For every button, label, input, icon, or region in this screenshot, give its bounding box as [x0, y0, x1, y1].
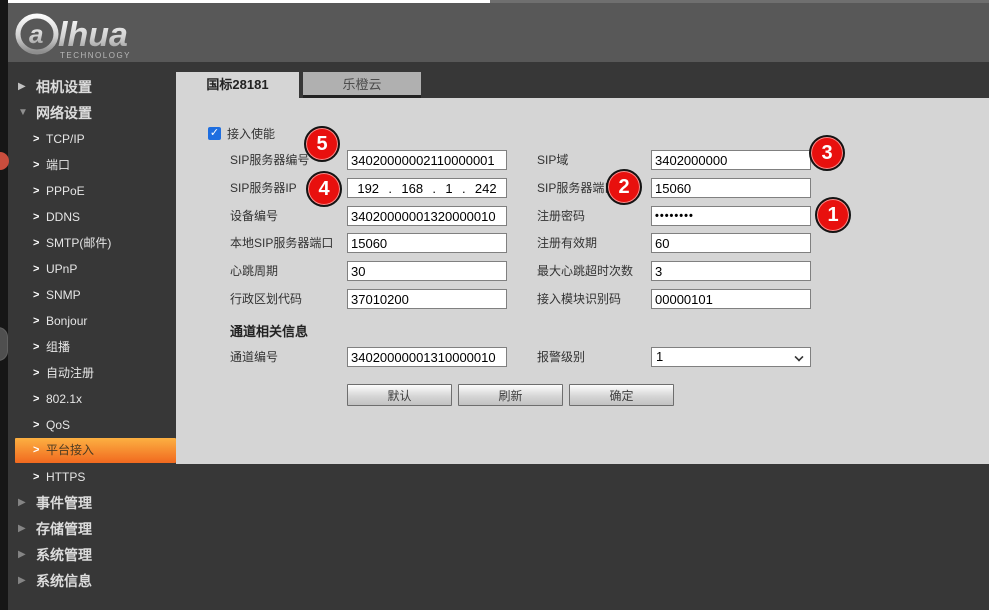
heartbeat-period-field[interactable] [347, 261, 507, 281]
chevron-right-icon: > [33, 437, 46, 463]
sidebar-item-event-management[interactable]: ▶事件管理 [0, 490, 176, 516]
sidebar-item-storage-management[interactable]: ▶存储管理 [0, 516, 176, 542]
local-sip-port-label: 本地SIP服务器端口 [230, 236, 333, 250]
sidebar-item-system-info[interactable]: ▶系统信息 [0, 568, 176, 594]
sidebar-item-qos[interactable]: >QoS [0, 412, 176, 438]
sidebar-item-ddns[interactable]: >DDNS [0, 204, 176, 230]
chevron-right-icon: > [33, 464, 46, 490]
tab-lecheng-cloud[interactable]: 乐橙云 [303, 72, 421, 98]
chevron-right-icon: > [33, 308, 46, 334]
default-button[interactable]: 默认 [347, 384, 452, 406]
sidebar-item-network-settings[interactable]: ▼网络设置 [0, 100, 176, 126]
register-password-field[interactable] [651, 206, 811, 226]
triangle-right-icon: ▶ [18, 542, 36, 568]
sidebar-item-auto-register[interactable]: >自动注册 [0, 360, 176, 386]
device-id-field[interactable] [347, 206, 507, 226]
chevron-right-icon: > [33, 152, 46, 178]
chevron-down-icon [794, 352, 803, 361]
admin-region-code-field[interactable] [347, 289, 507, 309]
sip-server-ip-label: SIP服务器IP [230, 181, 297, 195]
annotation-circle-2: 2 [606, 169, 642, 205]
refresh-button[interactable]: 刷新 [458, 384, 563, 406]
triangle-right-icon: ▶ [18, 74, 36, 100]
alarm-level-select[interactable]: 1 [651, 347, 811, 367]
triangle-right-icon: ▶ [18, 568, 36, 594]
confirm-button[interactable]: 确定 [569, 384, 674, 406]
sip-server-port-field[interactable] [651, 178, 811, 198]
sidebar-item-port[interactable]: >端口 [0, 152, 176, 178]
dahua-logo: a lhua TECHNOLOGY [14, 9, 174, 61]
chevron-right-icon: > [33, 360, 46, 386]
sip-server-port-label: SIP服务器端口 [537, 181, 616, 195]
local-sip-port-field[interactable] [347, 233, 507, 253]
sip-server-id-label: SIP服务器编号 [230, 153, 309, 167]
chevron-right-icon: > [33, 230, 46, 256]
chevron-right-icon: > [33, 126, 46, 152]
sip-domain-label: SIP域 [537, 153, 568, 167]
sidebar-item-snmp[interactable]: >SNMP [0, 282, 176, 308]
triangle-right-icon: ▶ [18, 490, 36, 516]
sidebar-item-system-management[interactable]: ▶系统管理 [0, 542, 176, 568]
chevron-right-icon: > [33, 204, 46, 230]
sidebar-item-upnp[interactable]: >UPnP [0, 256, 176, 282]
chevron-right-icon: > [33, 178, 46, 204]
sidebar-item-tcp-ip[interactable]: >TCP/IP [0, 126, 176, 152]
chevron-right-icon: > [33, 282, 46, 308]
sidebar-item-bonjour[interactable]: >Bonjour [0, 308, 176, 334]
sip-server-id-field[interactable] [347, 150, 507, 170]
dahua-camera-web-ui: a lhua TECHNOLOGY ▶相机设置 ▼网络设置 >TCP/IP >端… [0, 0, 989, 610]
sidebar-item-multicast[interactable]: >组播 [0, 334, 176, 360]
triangle-right-icon: ▶ [18, 516, 36, 542]
device-id-label: 设备编号 [230, 209, 278, 223]
register-validity-field[interactable] [651, 233, 811, 253]
register-password-label: 注册密码 [537, 209, 585, 223]
sidebar-item-https[interactable]: >HTTPS [0, 464, 176, 490]
channel-info-section-title: 通道相关信息 [230, 321, 308, 340]
tab-gb28181[interactable]: 国标28181 [176, 72, 299, 98]
admin-region-code-label: 行政区划代码 [230, 292, 302, 306]
max-heartbeat-timeout-field[interactable] [651, 261, 811, 281]
annotation-circle-3: 3 [809, 135, 845, 171]
heartbeat-period-label: 心跳周期 [230, 264, 278, 278]
header: a lhua TECHNOLOGY [8, 3, 989, 62]
content-panel: ✓ 接入使能 SIP服务器编号 SIP域 SIP服务器IP 192.168.1.… [176, 98, 989, 464]
chevron-right-icon: > [33, 386, 46, 412]
chevron-right-icon: > [33, 334, 46, 360]
sidebar-item-pppoe[interactable]: >PPPoE [0, 178, 176, 204]
register-validity-label: 注册有效期 [537, 236, 597, 250]
access-enable-checkbox[interactable]: ✓ [208, 127, 221, 140]
alarm-level-label: 报警级别 [537, 350, 585, 364]
access-module-id-label: 接入模块识别码 [537, 292, 621, 306]
triangle-down-icon: ▼ [18, 100, 36, 126]
sidebar-item-8021x[interactable]: >802.1x [0, 386, 176, 412]
access-enable-label: 接入使能 [227, 127, 275, 141]
sip-server-ip-field[interactable]: 192.168.1.242 [347, 178, 507, 198]
sidebar-item-camera-settings[interactable]: ▶相机设置 [0, 74, 176, 100]
access-module-id-field[interactable] [651, 289, 811, 309]
chevron-right-icon: > [33, 412, 46, 438]
sip-domain-field[interactable] [651, 150, 811, 170]
annotation-circle-5: 5 [304, 126, 340, 162]
logo-subtext: TECHNOLOGY [60, 51, 131, 60]
max-heartbeat-timeout-label: 最大心跳超时次数 [537, 264, 633, 278]
annotation-circle-4: 4 [306, 171, 342, 207]
sidebar-item-smtp[interactable]: >SMTP(邮件) [0, 230, 176, 256]
logo-text: lhua [58, 16, 128, 54]
channel-id-field[interactable] [347, 347, 507, 367]
sidebar-item-platform-access[interactable]: >平台接入 [0, 437, 176, 463]
check-icon: ✓ [210, 127, 219, 139]
logo-letter-a: a [29, 19, 43, 49]
channel-id-label: 通道编号 [230, 350, 278, 364]
annotation-circle-1: 1 [815, 197, 851, 233]
chevron-right-icon: > [33, 256, 46, 282]
